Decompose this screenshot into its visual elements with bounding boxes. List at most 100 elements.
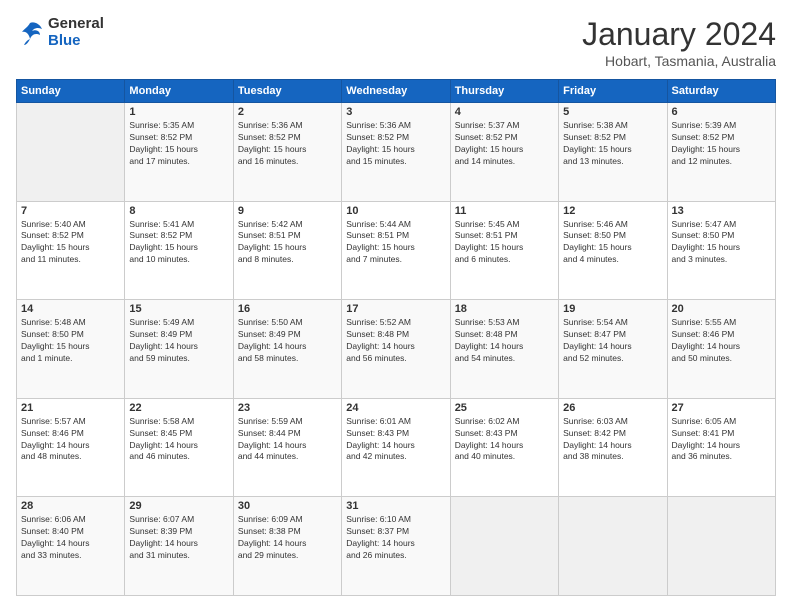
day-info: Sunrise: 6:07 AM Sunset: 8:39 PM Dayligh… bbox=[129, 514, 228, 562]
calendar-week-row: 21Sunrise: 5:57 AM Sunset: 8:46 PM Dayli… bbox=[17, 398, 776, 497]
calendar-week-row: 14 Sunrise: 5:48 AM Sunset: 8:50 PM Dayli… bbox=[17, 300, 776, 399]
calendar-cell: 11 Sunrise: 5:45 AM Sunset: 8:51 PM Dayli… bbox=[450, 201, 558, 300]
calendar-cell bbox=[17, 103, 125, 202]
calendar-week-row: 1 Sunrise: 5:35 AM Sunset: 8:52 PM Daylig… bbox=[17, 103, 776, 202]
day-number: 27 bbox=[672, 402, 771, 414]
day-number: 20 bbox=[672, 303, 771, 315]
main-title: January 2024 bbox=[582, 16, 776, 53]
day-info: Sunrise: 5:52 AM Sunset: 8:48 PM Dayligh… bbox=[346, 317, 445, 365]
day-info: Sunrise: 6:06 AM Sunset: 8:40 PM Dayligh… bbox=[21, 514, 120, 562]
day-number: 4 bbox=[455, 106, 554, 118]
calendar-cell: 24 Sunrise: 6:01 AM Sunset: 8:43 PM Dayli… bbox=[342, 398, 450, 497]
calendar-cell: 6Sunrise: 5:39 AM Sunset: 8:52 PM Daylig… bbox=[667, 103, 775, 202]
day-number: 2 bbox=[238, 106, 337, 118]
day-number: 9 bbox=[238, 205, 337, 217]
day-info: Sunrise: 5:40 AM Sunset: 8:52 PM Dayligh… bbox=[21, 219, 120, 267]
day-number: 22 bbox=[129, 402, 228, 414]
day-number: 13 bbox=[672, 205, 771, 217]
day-header-tuesday: Tuesday bbox=[233, 80, 341, 103]
day-info: Sunrise: 5:48 AM Sunset: 8:50 PM Dayligh… bbox=[21, 317, 120, 365]
day-info: Sunrise: 5:38 AM Sunset: 8:52 PM Dayligh… bbox=[563, 120, 662, 168]
calendar-cell: 2 Sunrise: 5:36 AM Sunset: 8:52 PM Daylig… bbox=[233, 103, 341, 202]
logo: General Blue bbox=[16, 16, 104, 49]
day-info: Sunrise: 5:37 AM Sunset: 8:52 PM Dayligh… bbox=[455, 120, 554, 168]
calendar-cell: 22Sunrise: 5:58 AM Sunset: 8:45 PM Dayli… bbox=[125, 398, 233, 497]
calendar-cell: 27 Sunrise: 6:05 AM Sunset: 8:41 PM Dayli… bbox=[667, 398, 775, 497]
calendar-cell: 19 Sunrise: 5:54 AM Sunset: 8:47 PM Dayli… bbox=[559, 300, 667, 399]
title-block: January 2024 Hobart, Tasmania, Australia bbox=[582, 16, 776, 69]
day-header-wednesday: Wednesday bbox=[342, 80, 450, 103]
calendar-cell: 29 Sunrise: 6:07 AM Sunset: 8:39 PM Dayli… bbox=[125, 497, 233, 596]
day-info: Sunrise: 6:01 AM Sunset: 8:43 PM Dayligh… bbox=[346, 416, 445, 464]
day-info: Sunrise: 5:35 AM Sunset: 8:52 PM Dayligh… bbox=[129, 120, 228, 168]
day-info: Sunrise: 5:47 AM Sunset: 8:50 PM Dayligh… bbox=[672, 219, 771, 267]
day-info: Sunrise: 6:03 AM Sunset: 8:42 PM Dayligh… bbox=[563, 416, 662, 464]
day-number: 25 bbox=[455, 402, 554, 414]
day-info: Sunrise: 5:36 AM Sunset: 8:52 PM Dayligh… bbox=[346, 120, 445, 168]
logo-line2: Blue bbox=[48, 33, 104, 50]
calendar-cell: 1 Sunrise: 5:35 AM Sunset: 8:52 PM Daylig… bbox=[125, 103, 233, 202]
day-number: 1 bbox=[129, 106, 228, 118]
logo-text-block: General Blue bbox=[48, 16, 104, 49]
calendar-table: SundayMondayTuesdayWednesdayThursdayFrid… bbox=[16, 79, 776, 596]
day-header-monday: Monday bbox=[125, 80, 233, 103]
day-info: Sunrise: 5:44 AM Sunset: 8:51 PM Dayligh… bbox=[346, 219, 445, 267]
day-info: Sunrise: 5:46 AM Sunset: 8:50 PM Dayligh… bbox=[563, 219, 662, 267]
calendar-cell: 7Sunrise: 5:40 AM Sunset: 8:52 PM Daylig… bbox=[17, 201, 125, 300]
day-number: 31 bbox=[346, 500, 445, 512]
day-number: 8 bbox=[129, 205, 228, 217]
day-info: Sunrise: 5:45 AM Sunset: 8:51 PM Dayligh… bbox=[455, 219, 554, 267]
day-info: Sunrise: 5:42 AM Sunset: 8:51 PM Dayligh… bbox=[238, 219, 337, 267]
calendar-header-row: SundayMondayTuesdayWednesdayThursdayFrid… bbox=[17, 80, 776, 103]
day-number: 18 bbox=[455, 303, 554, 315]
calendar-cell: 23Sunrise: 5:59 AM Sunset: 8:44 PM Dayli… bbox=[233, 398, 341, 497]
calendar-cell: 28 Sunrise: 6:06 AM Sunset: 8:40 PM Dayli… bbox=[17, 497, 125, 596]
day-number: 15 bbox=[129, 303, 228, 315]
day-info: Sunrise: 5:41 AM Sunset: 8:52 PM Dayligh… bbox=[129, 219, 228, 267]
day-header-saturday: Saturday bbox=[667, 80, 775, 103]
calendar-cell bbox=[450, 497, 558, 596]
day-number: 24 bbox=[346, 402, 445, 414]
day-header-sunday: Sunday bbox=[17, 80, 125, 103]
calendar-week-row: 28 Sunrise: 6:06 AM Sunset: 8:40 PM Dayli… bbox=[17, 497, 776, 596]
subtitle: Hobart, Tasmania, Australia bbox=[582, 53, 776, 69]
calendar-cell: 8 Sunrise: 5:41 AM Sunset: 8:52 PM Daylig… bbox=[125, 201, 233, 300]
day-info: Sunrise: 6:05 AM Sunset: 8:41 PM Dayligh… bbox=[672, 416, 771, 464]
day-info: Sunrise: 5:49 AM Sunset: 8:49 PM Dayligh… bbox=[129, 317, 228, 365]
day-number: 3 bbox=[346, 106, 445, 118]
calendar-cell: 31Sunrise: 6:10 AM Sunset: 8:37 PM Dayli… bbox=[342, 497, 450, 596]
calendar-cell: 14 Sunrise: 5:48 AM Sunset: 8:50 PM Dayli… bbox=[17, 300, 125, 399]
day-number: 11 bbox=[455, 205, 554, 217]
day-info: Sunrise: 5:57 AM Sunset: 8:46 PM Dayligh… bbox=[21, 416, 120, 464]
calendar-cell: 18Sunrise: 5:53 AM Sunset: 8:48 PM Dayli… bbox=[450, 300, 558, 399]
calendar-cell: 5 Sunrise: 5:38 AM Sunset: 8:52 PM Daylig… bbox=[559, 103, 667, 202]
calendar-cell: 15 Sunrise: 5:49 AM Sunset: 8:49 PM Dayli… bbox=[125, 300, 233, 399]
day-number: 5 bbox=[563, 106, 662, 118]
page: General Blue January 2024 Hobart, Tasman… bbox=[0, 0, 792, 612]
day-number: 19 bbox=[563, 303, 662, 315]
calendar-cell bbox=[667, 497, 775, 596]
logo-line1: General bbox=[48, 16, 104, 33]
day-number: 23 bbox=[238, 402, 337, 414]
calendar-cell: 12Sunrise: 5:46 AM Sunset: 8:50 PM Dayli… bbox=[559, 201, 667, 300]
calendar-cell: 16 Sunrise: 5:50 AM Sunset: 8:49 PM Dayli… bbox=[233, 300, 341, 399]
day-number: 14 bbox=[21, 303, 120, 315]
calendar-cell: 30Sunrise: 6:09 AM Sunset: 8:38 PM Dayli… bbox=[233, 497, 341, 596]
calendar-cell: 26Sunrise: 6:03 AM Sunset: 8:42 PM Dayli… bbox=[559, 398, 667, 497]
calendar-cell: 20Sunrise: 5:55 AM Sunset: 8:46 PM Dayli… bbox=[667, 300, 775, 399]
calendar-cell: 9 Sunrise: 5:42 AM Sunset: 8:51 PM Daylig… bbox=[233, 201, 341, 300]
day-number: 16 bbox=[238, 303, 337, 315]
day-info: Sunrise: 6:02 AM Sunset: 8:43 PM Dayligh… bbox=[455, 416, 554, 464]
header: General Blue January 2024 Hobart, Tasman… bbox=[16, 16, 776, 69]
day-info: Sunrise: 5:50 AM Sunset: 8:49 PM Dayligh… bbox=[238, 317, 337, 365]
day-number: 29 bbox=[129, 500, 228, 512]
calendar-cell: 3 Sunrise: 5:36 AM Sunset: 8:52 PM Daylig… bbox=[342, 103, 450, 202]
calendar-cell: 21Sunrise: 5:57 AM Sunset: 8:46 PM Dayli… bbox=[17, 398, 125, 497]
day-info: Sunrise: 5:39 AM Sunset: 8:52 PM Dayligh… bbox=[672, 120, 771, 168]
day-info: Sunrise: 6:09 AM Sunset: 8:38 PM Dayligh… bbox=[238, 514, 337, 562]
day-info: Sunrise: 5:54 AM Sunset: 8:47 PM Dayligh… bbox=[563, 317, 662, 365]
day-number: 28 bbox=[21, 500, 120, 512]
calendar-cell: 10Sunrise: 5:44 AM Sunset: 8:51 PM Dayli… bbox=[342, 201, 450, 300]
calendar-cell bbox=[559, 497, 667, 596]
day-info: Sunrise: 5:36 AM Sunset: 8:52 PM Dayligh… bbox=[238, 120, 337, 168]
